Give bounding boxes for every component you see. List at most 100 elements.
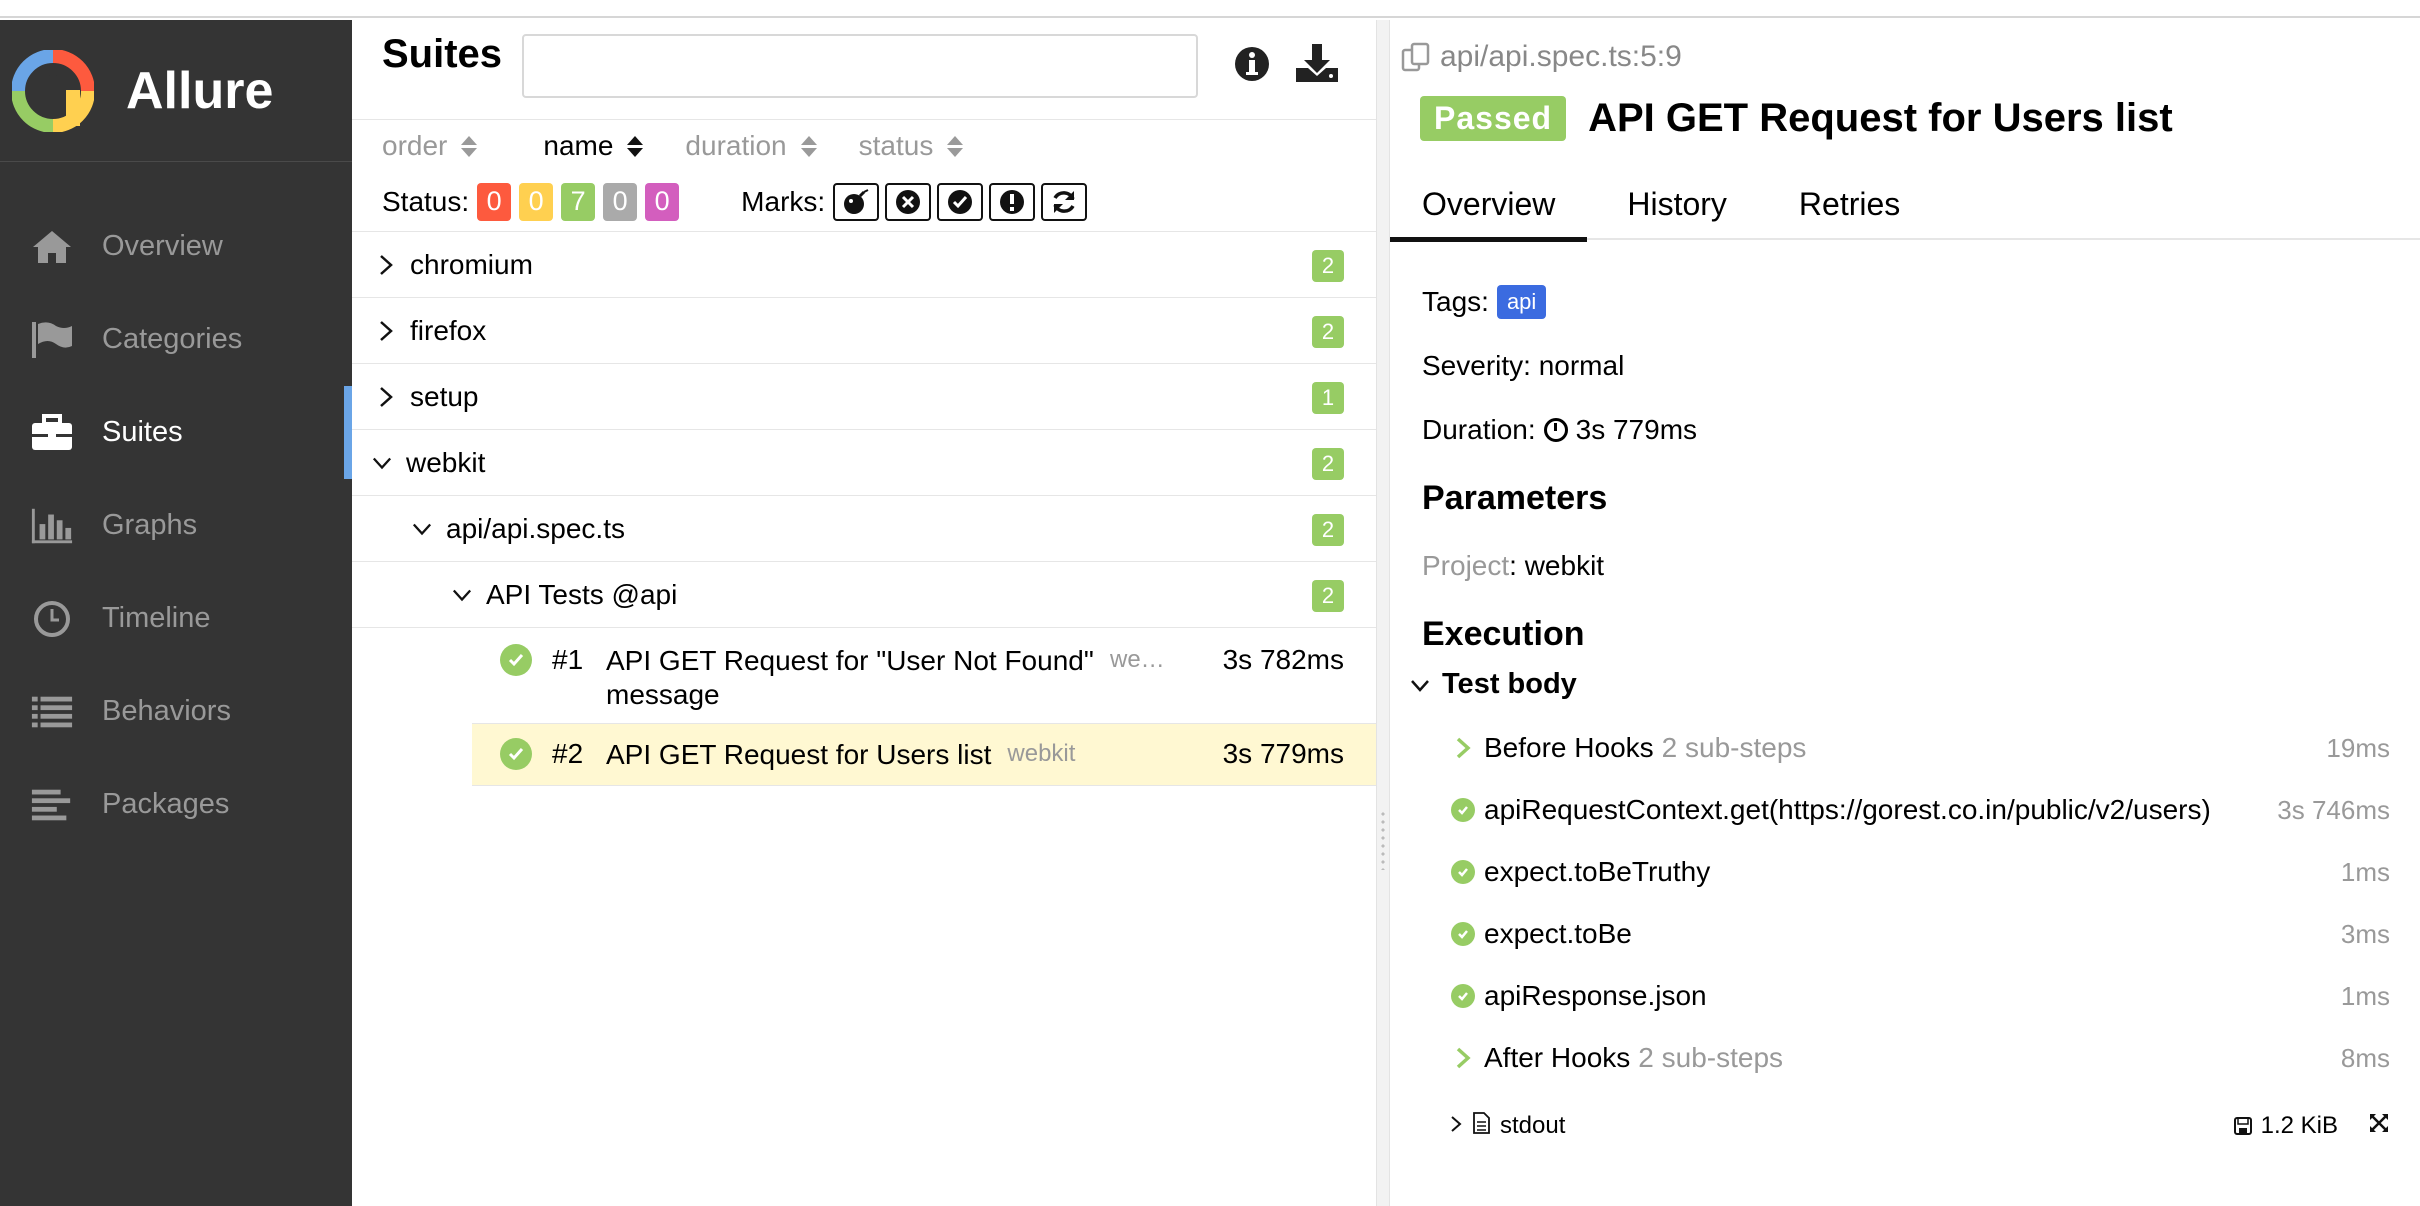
brand[interactable]: Allure [0,20,352,162]
tab-overview[interactable]: Overview [1390,168,1588,242]
step-duration: 19ms [2326,732,2390,763]
sidebar-item-graphs[interactable]: Graphs [0,479,352,572]
sidebar-item-categories[interactable]: Categories [0,293,352,386]
flag-icon [30,320,74,360]
mark-flaky-button[interactable] [833,182,880,221]
step-substeps: 2 sub-steps [1661,732,1807,763]
sidebar-item-label: Suites [102,416,183,448]
status-failed-toggle[interactable]: 0 [477,182,512,221]
status-broken-toggle[interactable]: 0 [519,182,554,221]
step-duration: 3ms [2340,918,2390,949]
tab-retries[interactable]: Retries [1759,168,1932,240]
drag-handle-icon[interactable] [1380,810,1386,870]
step-name: apiRequestContext.get(https://gorest.co.… [1484,794,2211,825]
passed-count-badge: 1 [1312,382,1344,414]
tree-group-api-spec[interactable]: api/api.spec.ts 2 [352,496,1376,562]
sidebar-item-suites[interactable]: Suites [0,386,352,479]
copy-icon[interactable] [1400,42,1432,72]
download-icon [1296,44,1338,82]
attachment-size: 1.2 KiB [2233,1112,2338,1140]
sidebar-item-timeline[interactable]: Timeline [0,572,352,665]
step-substeps: 2 sub-steps [1638,1042,1784,1073]
align-left-icon [30,785,74,825]
page-title: Suites [382,32,503,76]
status-passed-toggle[interactable]: 7 [561,182,596,221]
overview-content: Tags: api Severity: normal Duration: 3s … [1422,270,2402,670]
sort-order[interactable]: order [382,130,478,162]
sort-duration[interactable]: duration [685,130,817,162]
test-body-toggle[interactable]: Test body [1410,668,1577,701]
attachment-stdout[interactable]: stdout 1.2 KiB [1450,1104,2390,1148]
step-name: expect.toBeTruthy [1484,856,1711,887]
sidebar-item-packages[interactable]: Packages [0,758,352,851]
download-button[interactable] [1294,42,1340,84]
step-duration: 8ms [2340,1042,2390,1073]
panel-splitter[interactable] [1376,20,1390,1206]
status-skipped-toggle[interactable]: 0 [603,182,638,221]
expand-icon[interactable] [2368,1112,2390,1141]
info-button[interactable] [1232,44,1272,84]
step-name: Before Hooks [1484,732,1654,763]
save-icon [2233,1117,2252,1135]
test-name: API GET Request for Users list [606,739,992,770]
parameter-value: : webkit [1509,550,1605,581]
status-unknown-toggle[interactable]: 0 [645,182,680,221]
tree-group-label: chromium [410,248,533,280]
tree-group-webkit[interactable]: webkit 2 [352,430,1376,496]
suites-header: Suites [352,20,1376,120]
sidebar-item-label: Timeline [102,602,211,634]
chevron-down-icon [372,453,392,473]
passed-step-icon [1450,983,1476,1009]
test-case-row-selected[interactable]: #2 API GET Request for Users list webkit… [472,724,1376,786]
step-after-hooks[interactable]: After Hooks 2 sub-steps 8ms [1450,1028,2390,1088]
sort-status[interactable]: status [859,130,964,162]
tree-group-firefox[interactable]: firefox 2 [352,298,1376,364]
status-label: Status: [382,185,470,217]
mark-new-failed-button[interactable] [885,182,932,221]
sort-label: name [543,130,614,161]
tree-group-chromium[interactable]: chromium 2 [352,232,1376,298]
test-number: #1 [552,644,584,675]
test-tag: we… [1110,646,1165,673]
search-input[interactable] [522,34,1198,98]
step-expect-tobe[interactable]: expect.toBe 3ms [1450,904,2390,964]
step-before-hooks[interactable]: Before Hooks 2 sub-steps 19ms [1450,718,2390,778]
passed-status-icon [500,738,532,770]
status-counts: 0 0 7 0 0 [477,182,687,221]
sort-arrows-icon [800,134,817,158]
test-case-row[interactable]: #1 API GET Request for "User Not Found" … [472,628,1376,724]
tree-group-api-tests[interactable]: API Tests @api 2 [352,562,1376,628]
mark-new-broken-button[interactable] [989,182,1036,221]
mark-retries-button[interactable] [1041,182,1088,221]
chevron-right-icon [376,320,396,341]
tree-group-label: api/api.spec.ts [446,512,625,544]
duration-line: Duration: 3s 779ms [1422,398,2402,462]
sidebar-item-behaviors[interactable]: Behaviors [0,665,352,758]
check-circle-icon [948,189,973,214]
window-top-bar [0,0,2420,18]
sort-name[interactable]: name [543,130,644,162]
passed-step-icon [1450,859,1476,885]
tab-history[interactable]: History [1587,168,1759,240]
sort-arrows-icon [627,134,644,158]
passed-count-badge: 2 [1312,316,1344,348]
bar-chart-icon [30,506,74,546]
mark-new-passed-button[interactable] [937,182,984,221]
chevron-down-icon [412,519,432,539]
severity-line: Severity: normal [1422,350,1625,381]
test-tag: webkit [1007,740,1076,767]
step-response-json[interactable]: apiResponse.json 1ms [1450,966,2390,1026]
detail-tabs: Overview History Retries [1390,168,2420,242]
passed-count-badge: 2 [1312,448,1344,480]
step-expect-truthy[interactable]: expect.toBeTruthy 1ms [1450,842,2390,902]
sidebar-item-overview[interactable]: Overview [0,200,352,293]
marks-toggles [833,182,1093,221]
sidebar-item-label: Graphs [102,509,198,541]
test-body-label: Test body [1442,668,1577,700]
app-name: Allure [126,61,274,120]
suites-panel: Suites order name duration status Status… [352,20,1376,1206]
list-icon [30,692,74,732]
tree-group-setup[interactable]: setup 1 [352,364,1376,430]
step-request[interactable]: apiRequestContext.get(https://gorest.co.… [1450,780,2390,840]
sidebar-nav: Overview Categories Suites Graphs Timeli… [0,162,352,851]
